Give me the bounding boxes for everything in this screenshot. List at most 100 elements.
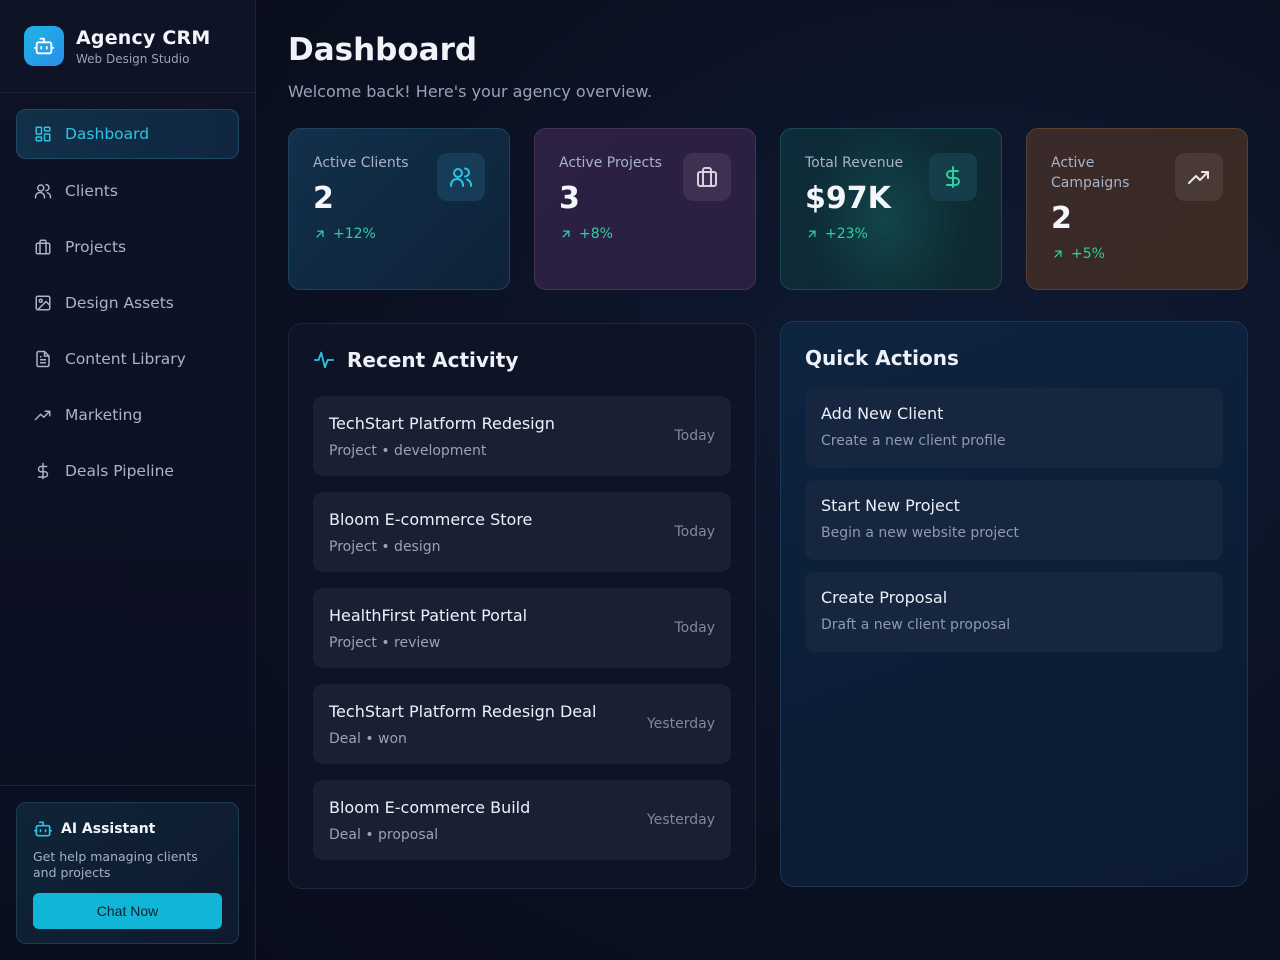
quick-action-description: Draft a new client proposal — [821, 617, 1011, 633]
recent-activity-title: Recent Activity — [347, 348, 519, 372]
brand-subtitle: Web Design Studio — [76, 51, 190, 66]
sidebar-item-projects[interactable]: Projects — [16, 223, 239, 271]
activity-time: Yesterday — [647, 716, 715, 732]
panels-row: Recent Activity TechStart Platform Redes… — [288, 321, 1248, 889]
activity-meta: Project • review — [329, 634, 441, 651]
stat-change-value: +23% — [825, 226, 868, 242]
quick-actions-panel: Quick Actions Add New Client Create a ne… — [780, 321, 1248, 887]
list-item[interactable]: Bloom E-commerce Store Project • design … — [313, 492, 731, 572]
recent-activity-panel: Recent Activity TechStart Platform Redes… — [288, 323, 756, 889]
assistant-description: Get help managing clients and projects — [33, 849, 198, 880]
list-item[interactable]: Bloom E-commerce Build Deal • proposal Y… — [313, 780, 731, 860]
activity-time: Yesterday — [647, 812, 715, 828]
sidebar-item-deals-pipeline[interactable]: Deals Pipeline — [16, 447, 239, 495]
sidebar-item-marketing[interactable]: Marketing — [16, 391, 239, 439]
sidebar-item-label: Design Assets — [65, 294, 174, 312]
stat-label: Active Campaigns — [1051, 155, 1130, 191]
dollar-icon — [33, 461, 53, 481]
brand-title: Agency CRM — [76, 26, 211, 49]
stats-row: Active Clients 2 +12% Active Projects 3 — [288, 128, 1248, 290]
quick-action-title: Start New Project — [821, 496, 960, 515]
assistant-section: AI Assistant Get help managing clients a… — [0, 785, 255, 960]
sidebar-item-label: Content Library — [65, 350, 186, 368]
arrow-up-right-icon — [805, 227, 819, 241]
stat-card-active-projects[interactable]: Active Projects 3 +8% — [534, 128, 756, 290]
list-item[interactable]: TechStart Platform Redesign Project • de… — [313, 396, 731, 476]
sidebar-nav: Dashboard Clients Projects Design Assets — [0, 93, 255, 495]
trending-up-icon — [33, 405, 53, 425]
arrow-up-right-icon — [313, 227, 327, 241]
stat-label: Active Projects — [559, 155, 662, 171]
app-shell: Agency CRM Web Design Studio Dashboard C… — [0, 0, 1280, 960]
ai-assistant-card: AI Assistant Get help managing clients a… — [16, 802, 239, 944]
sidebar-item-design-assets[interactable]: Design Assets — [16, 279, 239, 327]
trending-up-icon — [1175, 153, 1223, 201]
sidebar-item-label: Dashboard — [65, 125, 150, 143]
stat-change: +12% — [313, 226, 485, 242]
briefcase-icon — [683, 153, 731, 201]
add-new-client-button[interactable]: Add New Client Create a new client profi… — [805, 388, 1223, 468]
start-new-project-button[interactable]: Start New Project Begin a new website pr… — [805, 480, 1223, 560]
page-subtitle: Welcome back! Here's your agency overvie… — [288, 82, 653, 101]
activity-meta: Project • development — [329, 442, 487, 459]
stat-label: Active Clients — [313, 155, 409, 171]
activity-meta: Deal • won — [329, 730, 407, 747]
activity-time: Today — [674, 524, 716, 540]
stat-change-value: +5% — [1071, 246, 1105, 262]
panel-title: Recent Activity — [313, 348, 731, 372]
quick-action-title: Add New Client — [821, 404, 944, 423]
quick-action-description: Begin a new website project — [821, 525, 1020, 541]
activity-name: TechStart Platform Redesign Deal — [329, 701, 597, 721]
document-icon — [33, 349, 53, 369]
create-proposal-button[interactable]: Create Proposal Draft a new client propo… — [805, 572, 1223, 652]
arrow-up-right-icon — [559, 227, 573, 241]
arrow-up-right-icon — [1051, 247, 1065, 261]
activity-meta: Deal • proposal — [329, 826, 439, 843]
page-title: Dashboard — [288, 32, 478, 68]
brand-header: Agency CRM Web Design Studio — [0, 0, 255, 93]
activity-time: Today — [674, 428, 716, 444]
stat-change-value: +12% — [333, 226, 376, 242]
stat-value: 2 — [1051, 201, 1072, 236]
sidebar-item-content-library[interactable]: Content Library — [16, 335, 239, 383]
stat-card-active-campaigns[interactable]: Active Campaigns 2 +5% — [1026, 128, 1248, 290]
sidebar-item-label: Deals Pipeline — [65, 462, 174, 480]
stat-change: +8% — [559, 226, 731, 242]
stat-card-total-revenue[interactable]: Total Revenue $97K +23% — [780, 128, 1002, 290]
assistant-title: AI Assistant — [61, 821, 156, 837]
robot-icon — [24, 26, 64, 66]
list-item[interactable]: HealthFirst Patient Portal Project • rev… — [313, 588, 731, 668]
quick-action-title: Create Proposal — [821, 588, 948, 607]
sidebar-item-label: Projects — [65, 238, 127, 256]
main-content: Dashboard Welcome back! Here's your agen… — [256, 0, 1280, 960]
users-icon — [33, 181, 53, 201]
assistant-header: AI Assistant — [33, 819, 222, 839]
dollar-icon — [929, 153, 977, 201]
dashboard-grid-icon — [33, 124, 53, 144]
stat-change-value: +8% — [579, 226, 613, 242]
stat-change: +5% — [1051, 246, 1223, 262]
briefcase-icon — [33, 237, 53, 257]
stat-label: Total Revenue — [805, 155, 904, 171]
quick-actions-title: Quick Actions — [805, 346, 959, 370]
activity-name: TechStart Platform Redesign — [329, 413, 555, 433]
activity-list: TechStart Platform Redesign Project • de… — [313, 396, 731, 860]
activity-time: Today — [674, 620, 716, 636]
activity-pulse-icon — [313, 349, 335, 371]
quick-actions-list: Add New Client Create a new client profi… — [805, 388, 1223, 652]
robot-icon — [33, 819, 53, 839]
stat-change: +23% — [805, 226, 977, 242]
activity-name: Bloom E-commerce Store — [329, 509, 533, 529]
image-icon — [33, 293, 53, 313]
stat-card-active-clients[interactable]: Active Clients 2 +12% — [288, 128, 510, 290]
sidebar: Agency CRM Web Design Studio Dashboard C… — [0, 0, 256, 960]
activity-meta: Project • design — [329, 538, 441, 555]
sidebar-item-clients[interactable]: Clients — [16, 167, 239, 215]
list-item[interactable]: TechStart Platform Redesign Deal Deal • … — [313, 684, 731, 764]
sidebar-item-dashboard[interactable]: Dashboard — [16, 109, 239, 159]
activity-name: Bloom E-commerce Build — [329, 797, 531, 817]
quick-action-description: Create a new client profile — [821, 433, 1006, 449]
sidebar-item-label: Marketing — [65, 406, 143, 424]
sidebar-item-label: Clients — [65, 182, 118, 200]
chat-now-button[interactable]: Chat Now — [33, 893, 222, 929]
